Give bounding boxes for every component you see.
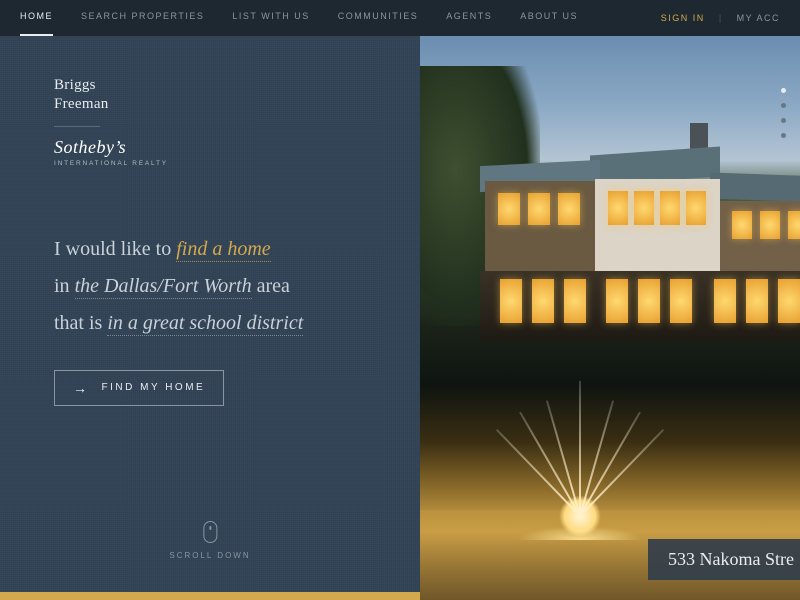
nav-left: HOME SEARCH PROPERTIES LIST WITH US COMM… <box>20 11 578 25</box>
brand-line2: Freeman <box>54 95 366 114</box>
arrow-right-icon: → <box>73 381 90 395</box>
pagination-dot[interactable] <box>781 88 786 93</box>
brand-divider <box>54 126 100 127</box>
hero-caption[interactable]: 533 Nakoma Stre <box>648 539 800 580</box>
hero-pagination <box>781 88 786 138</box>
search-sentence: I would like to find a home in the Dalla… <box>54 231 366 342</box>
sentence-text: area <box>252 275 290 297</box>
find-my-home-button[interactable]: → FIND MY HOME <box>54 370 224 406</box>
slot-criteria[interactable]: in a great school district <box>107 312 303 336</box>
hero-house <box>450 151 800 366</box>
hero-fountain <box>480 370 680 540</box>
sign-in-link[interactable]: SIGN IN <box>661 13 705 23</box>
pagination-dot[interactable] <box>781 103 786 108</box>
brand-logo[interactable]: Briggs Freeman Sotheby’s INTERNATIONAL R… <box>54 76 366 167</box>
nav-communities[interactable]: COMMUNITIES <box>338 11 419 25</box>
nav-list-with-us[interactable]: LIST WITH US <box>232 11 309 25</box>
left-panel: Briggs Freeman Sotheby’s INTERNATIONAL R… <box>0 36 420 600</box>
sentence-text: I would like to <box>54 238 176 260</box>
nav-home[interactable]: HOME <box>20 11 53 25</box>
brand-sothebys: Sotheby’s <box>54 137 366 158</box>
nav-agents[interactable]: AGENTS <box>446 11 492 25</box>
gold-accent-bar <box>0 592 420 600</box>
hero-image: 533 Nakoma Stre <box>420 36 800 600</box>
sentence-text: that is <box>54 312 107 334</box>
scroll-label: SCROLL DOWN <box>169 551 250 560</box>
sentence-text: in <box>54 275 75 297</box>
mouse-icon <box>203 521 217 543</box>
slot-location[interactable]: the Dallas/Fort Worth <box>75 275 252 299</box>
nav-right: SIGN IN | MY ACC <box>661 13 780 23</box>
pagination-dot[interactable] <box>781 133 786 138</box>
nav-about-us[interactable]: ABOUT US <box>520 11 578 25</box>
nav-search-properties[interactable]: SEARCH PROPERTIES <box>81 11 204 25</box>
my-account-link[interactable]: MY ACC <box>737 13 780 23</box>
find-button-label: FIND MY HOME <box>102 382 206 393</box>
top-nav: HOME SEARCH PROPERTIES LIST WITH US COMM… <box>0 0 800 36</box>
scroll-hint[interactable]: SCROLL DOWN <box>169 521 250 560</box>
nav-divider: | <box>719 13 723 23</box>
slot-action[interactable]: find a home <box>176 238 270 262</box>
pagination-dot[interactable] <box>781 118 786 123</box>
main-content: Briggs Freeman Sotheby’s INTERNATIONAL R… <box>0 36 800 600</box>
brand-line1: Briggs <box>54 76 366 95</box>
brand-subtext: INTERNATIONAL REALTY <box>54 160 366 167</box>
